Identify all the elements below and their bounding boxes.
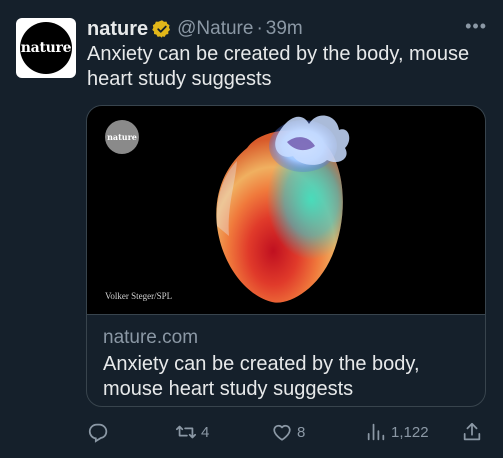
avatar[interactable]: nature (16, 18, 76, 78)
avatar-logo: nature (20, 22, 72, 74)
card-domain: nature.com (103, 327, 199, 348)
like-button[interactable]: 8 (271, 418, 305, 446)
share-icon (463, 422, 481, 441)
card-image: nature Volker Steger/SPL (87, 106, 485, 314)
separator: · (256, 18, 263, 39)
account-name[interactable]: nature (87, 18, 148, 41)
views-icon (367, 423, 385, 441)
share-button[interactable] (461, 418, 483, 446)
more-icon[interactable]: ••• (465, 16, 487, 37)
like-icon (273, 424, 291, 441)
reply-icon (88, 423, 108, 443)
views-count: 1,122 (391, 423, 429, 441)
image-credit: Volker Steger/SPL (105, 291, 173, 301)
tweet[interactable]: nature nature @Nature · 39m ••• Anxiety … (0, 0, 503, 458)
avatar-text: nature (20, 40, 72, 56)
heart-image (216, 115, 350, 303)
card-title: Anxiety can be created by the body, mous… (103, 353, 420, 400)
retweet-button[interactable]: 4 (175, 418, 209, 446)
tweet-text: Anxiety can be created by the body, mous… (87, 43, 470, 90)
media-logo-text: nature (107, 132, 137, 142)
reply-button[interactable] (87, 418, 113, 446)
views-button[interactable]: 1,122 (365, 418, 429, 446)
timestamp[interactable]: 39m (266, 18, 303, 40)
media-logo: nature (105, 120, 139, 154)
retweet-count: 4 (201, 423, 210, 441)
retweet-icon (175, 425, 197, 439)
account-handle[interactable]: @Nature (177, 18, 253, 40)
tweet-header: nature @Nature · 39m ••• (87, 14, 487, 44)
verified-icon[interactable] (152, 19, 172, 39)
link-card[interactable]: nature Volker Steger/SPL nature.com Anxi… (86, 105, 486, 407)
action-bar: 4 8 1,122 (87, 418, 487, 446)
card-info[interactable]: nature.com Anxiety can be created by the… (87, 314, 485, 406)
like-count: 8 (297, 423, 306, 441)
